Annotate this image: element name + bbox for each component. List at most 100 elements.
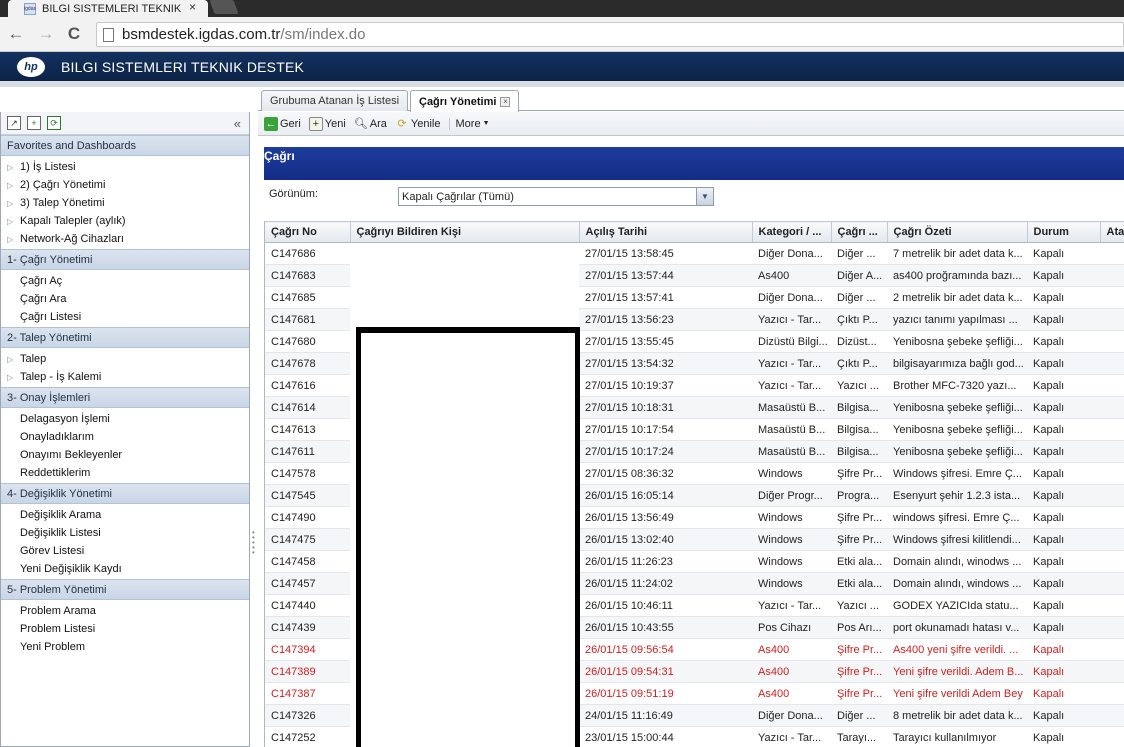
nav-item-degisiklik-arama[interactable]: Değişiklik Arama <box>1 506 249 524</box>
status-cell: Kapalı <box>1027 726 1100 747</box>
expand-icon: ▷ <box>7 354 14 364</box>
column-header[interactable]: Durum <box>1027 221 1101 243</box>
nav-item-cagri-listesi[interactable]: Çağrı Listesi <box>1 308 249 326</box>
tab-cagri-yonetimi[interactable]: Çağrı Yönetimi × <box>410 90 520 112</box>
nav-item-label: Talep <box>20 353 47 365</box>
nav-item-talep-yonetimi[interactable]: ▷ 3) Talep Yönetimi <box>1 194 249 212</box>
dropdown-arrow-icon[interactable]: ▼ <box>696 188 713 205</box>
nav-item-label: Network-Ağ Cihazları <box>20 233 124 245</box>
nav-item-cagri-ara[interactable]: Çağrı Ara <box>1 290 249 308</box>
column-header[interactable]: Çağrıyı Bildiren Kişi <box>350 221 580 243</box>
call-number-cell: C147457 <box>265 572 350 595</box>
status-cell: Kapalı <box>1027 594 1100 617</box>
refresh-button[interactable]: ⟳ Yenile <box>395 117 440 131</box>
call-number-cell: C147613 <box>265 418 350 441</box>
new-button[interactable]: + Yeni <box>308 116 346 131</box>
table-row[interactable]: C147685 27/01/15 13:57:41 Diğer Dona... Diğ… <box>265 286 1124 309</box>
search-button[interactable]: 🔍︎ Ara <box>354 117 387 131</box>
column-header[interactable]: Açılış Tarihi <box>579 221 753 243</box>
assignee-cell <box>1100 286 1124 309</box>
view-select[interactable]: Kapalı Çağrılar (Tümü) ▼ <box>398 187 714 206</box>
call-number-cell: C147683 <box>265 264 350 287</box>
close-tab-icon[interactable]: × <box>500 96 511 107</box>
close-tab-icon[interactable]: × <box>189 0 196 14</box>
collapse-panel-icon[interactable]: « <box>234 116 241 131</box>
table-row[interactable]: C147686 27/01/15 13:58:45 Diğer Dona... Diğ… <box>265 242 1124 265</box>
column-header[interactable]: Ata <box>1100 221 1124 243</box>
status-cell: Kapalı <box>1027 638 1100 661</box>
open-window-icon[interactable]: ↗ <box>7 116 21 130</box>
nav-item-problem-listesi[interactable]: Problem Listesi <box>1 620 249 638</box>
call-number-cell: C147680 <box>265 330 350 353</box>
nav-item-reddettiklerim[interactable]: Reddettiklerim <box>1 464 249 482</box>
subcategory-cell: Etki ala... <box>831 572 887 595</box>
reporter-cell <box>350 242 579 265</box>
section-onay-islemleri[interactable]: 3- Onay İşlemleri <box>1 387 249 408</box>
section-talep-yonetimi[interactable]: 2- Talep Yönetimi <box>1 327 249 348</box>
status-cell: Kapalı <box>1027 550 1100 573</box>
table-row[interactable]: C147683 27/01/15 13:57:44 As400 Diğer A... a… <box>265 264 1124 287</box>
section-degisiklik-yonetimi[interactable]: 4- Değişiklik Yönetimi <box>1 483 249 504</box>
summary-cell: bilgisayarımıza bağlı god... <box>887 352 1027 375</box>
summary-cell: GODEX YAZICIda statu... <box>887 594 1027 617</box>
nav-item-onayimi-bekleyenler[interactable]: Onayımı Bekleyenler <box>1 446 249 464</box>
search-icon: 🔍︎ <box>353 118 368 130</box>
nav-item-talep[interactable]: ▷ Talep <box>1 350 249 368</box>
back-button[interactable]: ← Geri <box>264 116 301 131</box>
tab-grubuma-atanan[interactable]: Grubuma Atanan İş Listesi <box>261 90 409 111</box>
browser-tab[interactable]: igdas BILGI SISTEMLERI TEKNIK × <box>8 0 208 17</box>
status-cell: Kapalı <box>1027 660 1100 683</box>
reload-icon[interactable]: C <box>64 24 84 44</box>
nav-item-degisiklik-listesi[interactable]: Değişiklik Listesi <box>1 524 249 542</box>
section-problem-yonetimi[interactable]: 5- Problem Yönetimi <box>1 579 249 600</box>
nav-item-kapali-talepler[interactable]: ▷ Kapalı Talepler (aylık) <box>1 212 249 230</box>
nav-item-yeni-problem[interactable]: Yeni Problem <box>1 638 249 656</box>
section-favorites[interactable]: Favorites and Dashboards <box>1 135 249 156</box>
subcategory-cell: Etki ala... <box>831 550 887 573</box>
open-date-cell: 26/01/15 09:54:31 <box>579 660 752 683</box>
column-header[interactable]: Çağrı ... <box>831 221 888 243</box>
nav-item-yeni-degisiklik[interactable]: Yeni Değişiklik Kaydı <box>1 560 249 578</box>
nav-item-network[interactable]: ▷ Network-Ağ Cihazları <box>1 230 249 248</box>
nav-item-cagri-ac[interactable]: Çağrı Aç <box>1 272 249 290</box>
status-cell: Kapalı <box>1027 396 1100 419</box>
nav-item-problem-arama[interactable]: Problem Arama <box>1 602 249 620</box>
record-title-bar: Çağrı <box>264 147 1124 180</box>
assignee-cell <box>1100 682 1124 705</box>
address-bar[interactable]: bsmdestek.igdas.com.tr/sm/index.do <box>96 22 1124 47</box>
call-number-cell: C147686 <box>265 242 350 265</box>
favicon-icon: igdas <box>24 2 36 15</box>
nav-item-gorev-listesi[interactable]: Görev Listesi <box>1 542 249 560</box>
nav-item-talep-is-kalemi[interactable]: ▷ Talep - İş Kalemi <box>1 368 249 386</box>
nav-item-cagri-yonetimi[interactable]: ▷ 2) Çağrı Yönetimi <box>1 176 249 194</box>
forward-arrow-icon[interactable]: → <box>36 24 56 44</box>
status-cell: Kapalı <box>1027 572 1100 595</box>
open-date-cell: 27/01/15 13:54:32 <box>579 352 752 375</box>
more-menu-button[interactable]: More ▼ <box>448 117 490 130</box>
panel-splitter-handle[interactable]: • • • • • <box>252 529 256 560</box>
reporter-cell <box>350 286 579 309</box>
subcategory-cell: Şifre Pr... <box>831 660 887 683</box>
section-cagri-yonetimi[interactable]: 1- Çağrı Yönetimi <box>1 249 249 270</box>
new-tab-button[interactable] <box>209 0 239 14</box>
column-header[interactable]: Kategori / ... <box>752 221 832 243</box>
summary-cell: port okunamadı hatası v... <box>887 616 1027 639</box>
refresh-icon[interactable]: ⟳ <box>47 116 61 130</box>
call-number-cell: C147578 <box>265 462 350 485</box>
call-number-cell: C147440 <box>265 594 350 617</box>
open-date-cell: 26/01/15 09:51:19 <box>579 682 752 705</box>
column-header[interactable]: Çağrı No <box>265 221 351 243</box>
column-header[interactable]: Çağrı Özeti <box>887 221 1028 243</box>
add-favorite-icon[interactable]: + <box>27 116 41 130</box>
call-number-cell: C147439 <box>265 616 350 639</box>
category-cell: As400 <box>752 638 831 661</box>
browser-tab-title: BILGI SISTEMLERI TEKNIK <box>42 2 182 15</box>
back-arrow-icon[interactable]: ← <box>6 24 26 44</box>
nav-item-is-listesi[interactable]: ▷ 1) İş Listesi <box>1 158 249 176</box>
open-date-cell: 27/01/15 13:57:44 <box>579 264 752 287</box>
nav-item-label: 1) İş Listesi <box>20 161 76 173</box>
nav-item-delagasyon[interactable]: Delagasyon İşlemi <box>1 410 249 428</box>
expand-icon: ▷ <box>7 180 14 190</box>
back-button-label: Geri <box>280 117 301 130</box>
nav-item-onayladiklarim[interactable]: Onayladıklarım <box>1 428 249 446</box>
